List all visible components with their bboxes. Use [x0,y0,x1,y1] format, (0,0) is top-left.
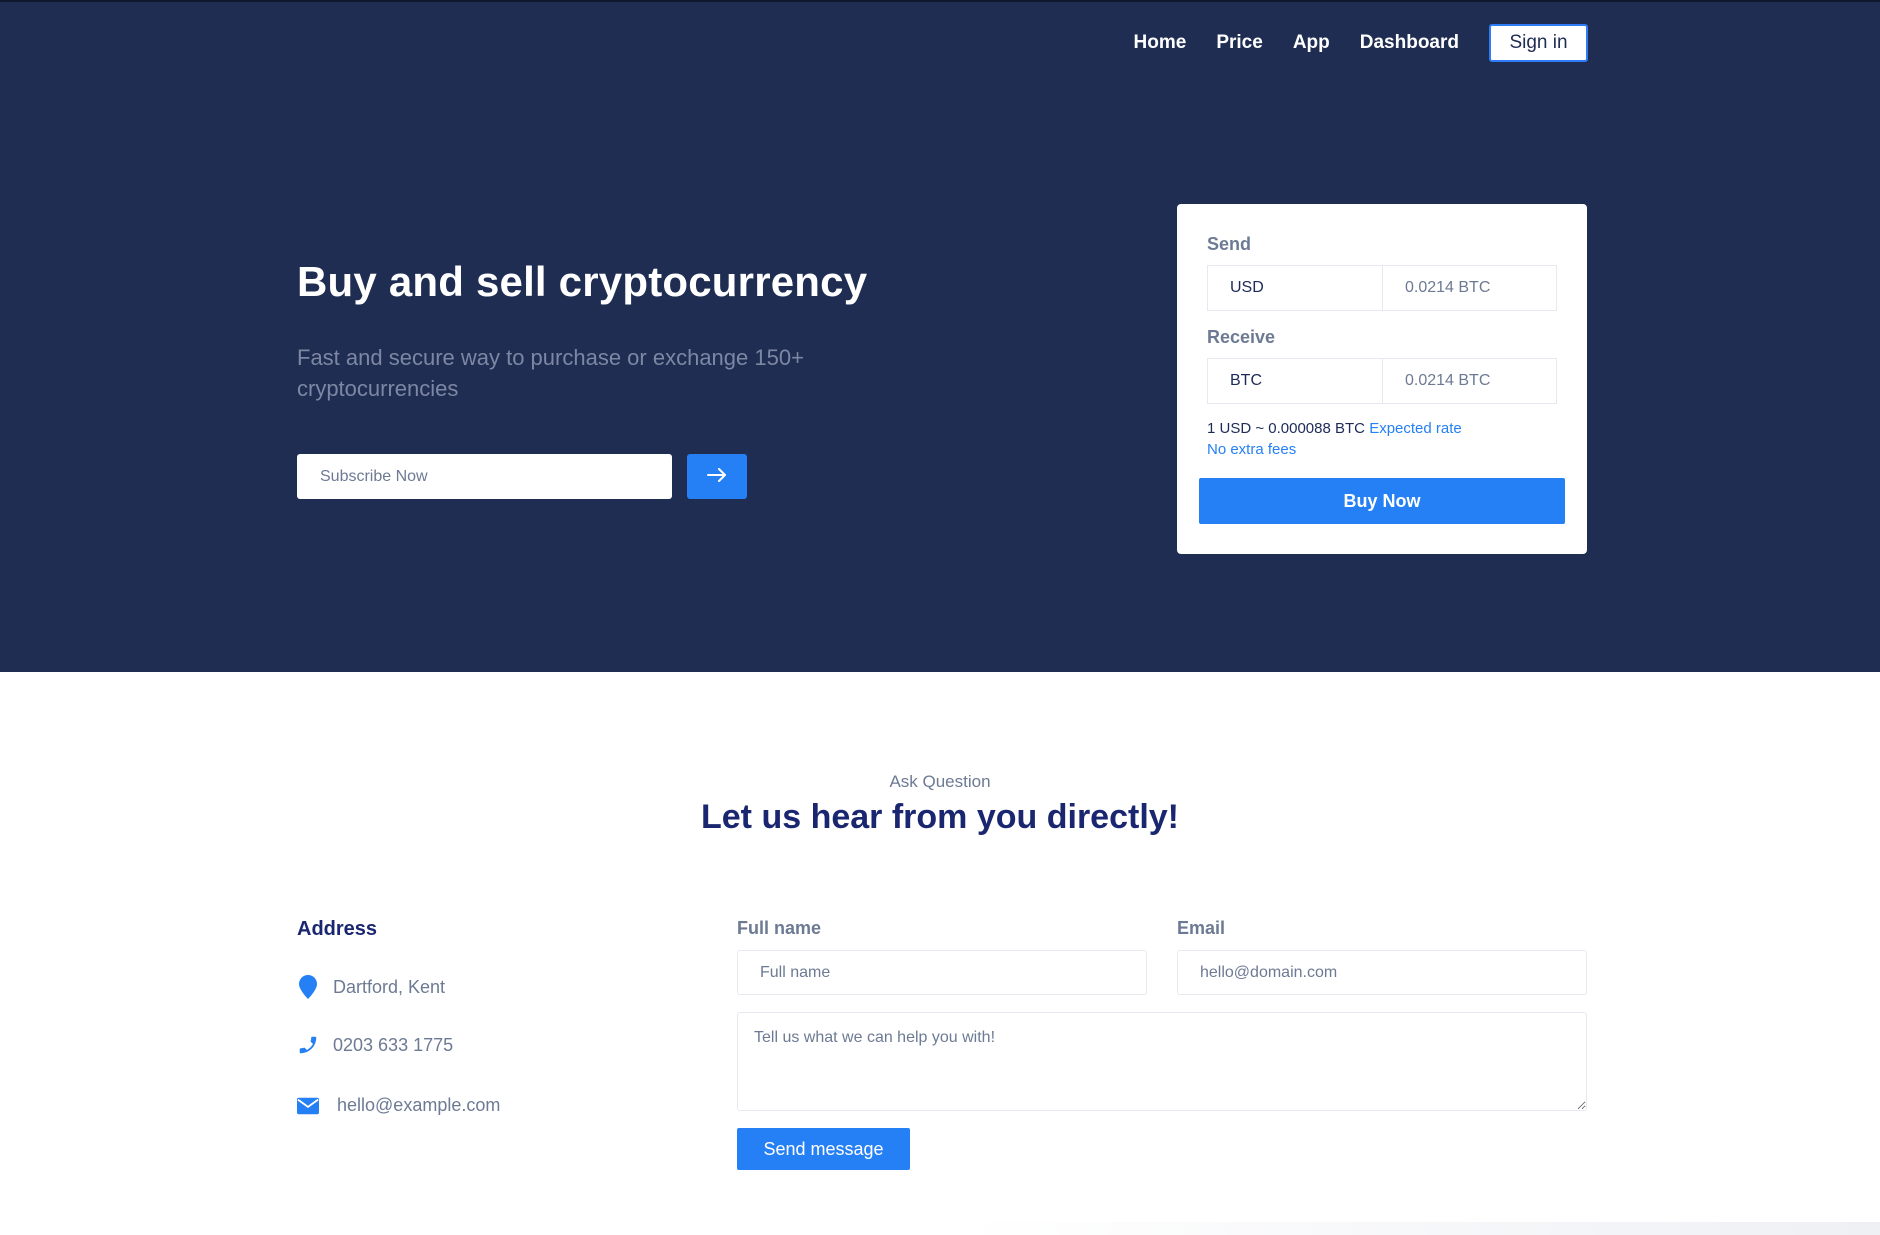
fullname-input[interactable] [737,950,1147,995]
nav-app[interactable]: App [1293,32,1330,54]
address-title: Address [297,918,378,940]
location-text: Dartford, Kent [333,976,446,997]
subscribe-submit-button[interactable] [687,454,747,499]
email-input[interactable] [1177,950,1587,995]
send-currency-select[interactable]: USD [1208,266,1383,310]
arrow-right-icon [707,468,727,485]
map-pin-icon [297,975,319,999]
rate-text: 1 USD ~ 0.000088 BTC [1207,420,1366,437]
hero-title: Buy and sell cryptocurrency [297,258,868,305]
send-row: USD 0.0214 BTC [1207,265,1557,311]
address-email: hello@example.com [297,1095,500,1116]
rate-info: 1 USD ~ 0.000088 BTC Expected rate No ex… [1207,418,1462,460]
top-nav: Home Price App Dashboard Sign in [1134,24,1588,62]
hero-section: Home Price App Dashboard Sign in Buy and… [0,0,1880,672]
envelope-icon [297,1097,319,1115]
message-textarea[interactable] [737,1012,1587,1111]
email-label: Email [1177,918,1226,938]
receive-row: BTC 0.0214 BTC [1207,358,1557,404]
contact-eyebrow: Ask Question [889,772,991,791]
subscribe-input[interactable] [297,454,672,499]
nav-home[interactable]: Home [1134,32,1187,54]
rate-note: Expected rate [1369,420,1462,437]
address-phone: 0203 633 1775 [297,1034,453,1056]
phone-text: 0203 633 1775 [333,1034,454,1055]
sign-in-button[interactable]: Sign in [1489,24,1588,62]
send-message-button[interactable]: Send message [737,1128,910,1170]
receive-currency-select[interactable]: BTC [1208,359,1383,403]
buy-now-button[interactable]: Buy Now [1199,478,1565,524]
fullname-label: Full name [737,918,822,938]
bottom-shadow [960,1222,1880,1235]
fees-note: No extra fees [1207,441,1297,458]
send-label: Send [1207,234,1252,254]
email-text: hello@example.com [337,1095,501,1115]
address-location: Dartford, Kent [297,975,445,999]
receive-amount-input[interactable]: 0.0214 BTC [1383,359,1556,403]
send-amount-input[interactable]: 0.0214 BTC [1383,266,1556,310]
nav-dashboard[interactable]: Dashboard [1360,32,1459,54]
contact-title: Let us hear from you directly! [701,798,1179,836]
nav-price[interactable]: Price [1216,32,1262,54]
receive-label: Receive [1207,327,1276,347]
exchange-card: Send USD 0.0214 BTC Receive BTC 0.0214 B… [1177,204,1587,554]
hero-subtitle: Fast and secure way to purchase or excha… [297,345,804,401]
phone-icon [297,1034,319,1056]
